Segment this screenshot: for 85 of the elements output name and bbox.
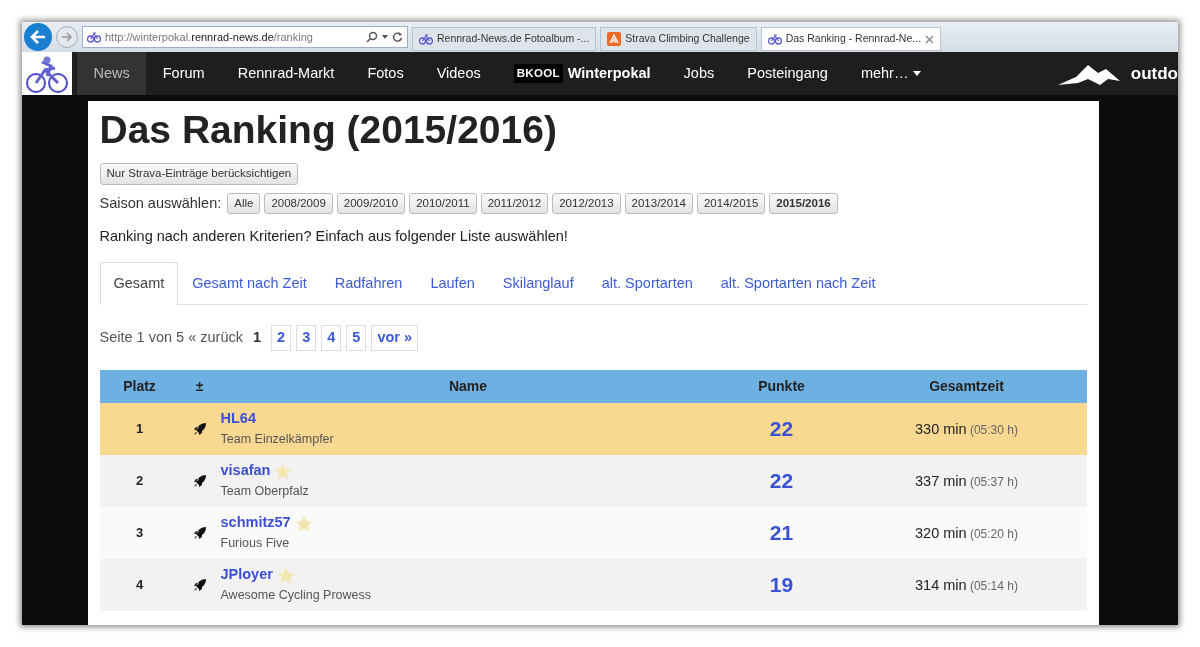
filter-button[interactable]: Nur Strava-Einträge berücksichtigen [99, 162, 299, 185]
ranking-tab[interactable]: Gesamt nach Zeit [178, 262, 321, 305]
season-button[interactable]: 2012/2013 [552, 192, 621, 215]
points-value: 22 [769, 416, 794, 440]
ranking-tab[interactable]: Skilanglauf [488, 262, 588, 305]
season-button[interactable]: 2009/2010 [336, 192, 406, 215]
criteria-text: Ranking nach anderen Kriterien? Einfach aus folgender Liste auswählen! [99, 227, 569, 247]
sponsor-logo: BKOOL [513, 63, 563, 84]
rocket-icon [192, 422, 207, 437]
nav-link[interactable]: Videos [420, 52, 498, 95]
page-current: 1 [252, 327, 263, 347]
close-icon[interactable] [925, 34, 935, 44]
points-value: 21 [769, 520, 794, 544]
forward-arrow-icon [61, 32, 73, 42]
user-link[interactable]: schmitz57 [220, 512, 291, 535]
nav-link[interactable]: Fotos [350, 52, 421, 95]
column-header: Punkte [716, 369, 847, 403]
total-time: 320 min (05:20 h) [915, 523, 1018, 541]
browser-tab[interactable]: Strava Climbing Challenge [600, 27, 757, 51]
nav-link[interactable]: Forum [146, 52, 222, 95]
nav-link[interactable]: BKOOL Winterpokal [497, 52, 668, 95]
nav-link[interactable]: Rennrad-Markt [221, 52, 351, 95]
user-link[interactable]: JPloyer [220, 564, 273, 587]
bicycle-icon [767, 33, 782, 45]
back-button[interactable] [24, 23, 52, 51]
nav-link[interactable]: Jobs [667, 52, 731, 95]
column-header: ± [179, 369, 220, 403]
page-link[interactable]: 4 [321, 324, 342, 351]
season-button[interactable]: 2013/2014 [624, 192, 693, 215]
total-time: 337 min (05:37 h) [915, 471, 1018, 489]
rank-cell: 4 [99, 558, 180, 611]
season-button[interactable]: 2014/2015 [696, 192, 766, 215]
season-button[interactable]: 2010/2011 [409, 192, 477, 215]
ranking-tab[interactable]: Gesamt [99, 262, 179, 305]
total-time: 314 min (05:14 h) [915, 575, 1018, 593]
mountain-icon [607, 32, 622, 46]
column-header: Name [219, 369, 717, 403]
nav-link[interactable]: News [77, 52, 147, 95]
user-link[interactable]: HL64 [220, 408, 256, 431]
page-info: Seite 1 von 5 « zurück [99, 327, 243, 347]
rank-cell: 1 [99, 402, 180, 455]
nav-label: Winterpokal [567, 63, 651, 83]
rocket-icon [192, 474, 207, 489]
brand-text: outdo [1130, 62, 1178, 85]
back-arrow-icon [30, 30, 46, 44]
address-bar[interactable]: http://winterpokal.rennrad-news.de/ranking [82, 26, 408, 48]
team-name: Team Oberpfalz [220, 483, 310, 501]
team-name: Team Einzelkämpfer [220, 431, 335, 449]
search-icon[interactable] [366, 31, 378, 43]
page-link[interactable]: 3 [296, 324, 317, 351]
total-time: 330 min (05:30 h) [915, 419, 1018, 437]
page-link[interactable]: 2 [271, 324, 292, 351]
bicycle-icon [419, 33, 433, 45]
season-button[interactable]: 2011/2012 [480, 192, 549, 215]
rocket-icon [192, 578, 207, 593]
nav-link[interactable]: mehr… [844, 52, 938, 95]
ranking-tab[interactable]: Laufen [416, 262, 489, 305]
page-title: Das Ranking (2015/2016) [99, 107, 558, 153]
team-name: Furious Five [220, 535, 291, 553]
points-value: 19 [769, 572, 794, 596]
refresh-icon[interactable] [392, 31, 403, 43]
bicycle-icon [87, 31, 101, 43]
season-button[interactable]: Alle [227, 192, 261, 215]
column-header: Platz [99, 369, 180, 403]
page-link[interactable]: 5 [346, 324, 367, 351]
ranking-tab[interactable]: alt. Sportarten [587, 262, 707, 305]
season-button[interactable]: 2008/2009 [264, 192, 333, 215]
user-link[interactable]: visafan [220, 460, 271, 483]
column-header: Gesamtzeit [846, 369, 1087, 403]
season-button[interactable]: 2015/2016 [769, 192, 838, 215]
points-value: 22 [769, 468, 794, 492]
ranking-tab[interactable]: alt. Sportarten nach Zeit [706, 262, 890, 305]
team-name: Awesome Cycling Prowess [220, 587, 373, 605]
rocket-icon [192, 526, 207, 541]
url-text: http://winterpokal.rennrad-news.de/ranking [105, 29, 313, 45]
cyclist-logo[interactable] [22, 52, 72, 95]
next-link[interactable]: vor » [371, 324, 419, 351]
browser-tab[interactable]: Rennrad-News.de Fotoalbum -... [412, 27, 597, 51]
season-label: Saison auswählen: [99, 193, 222, 213]
browser-tab[interactable]: Das Ranking - Rennrad-Ne... [760, 27, 942, 51]
nav-link[interactable]: Posteingang [730, 52, 845, 95]
caret-icon[interactable] [382, 35, 388, 39]
rank-cell: 2 [99, 454, 180, 507]
rank-cell: 3 [99, 506, 180, 559]
ranking-tab[interactable]: Radfahren [320, 262, 417, 305]
